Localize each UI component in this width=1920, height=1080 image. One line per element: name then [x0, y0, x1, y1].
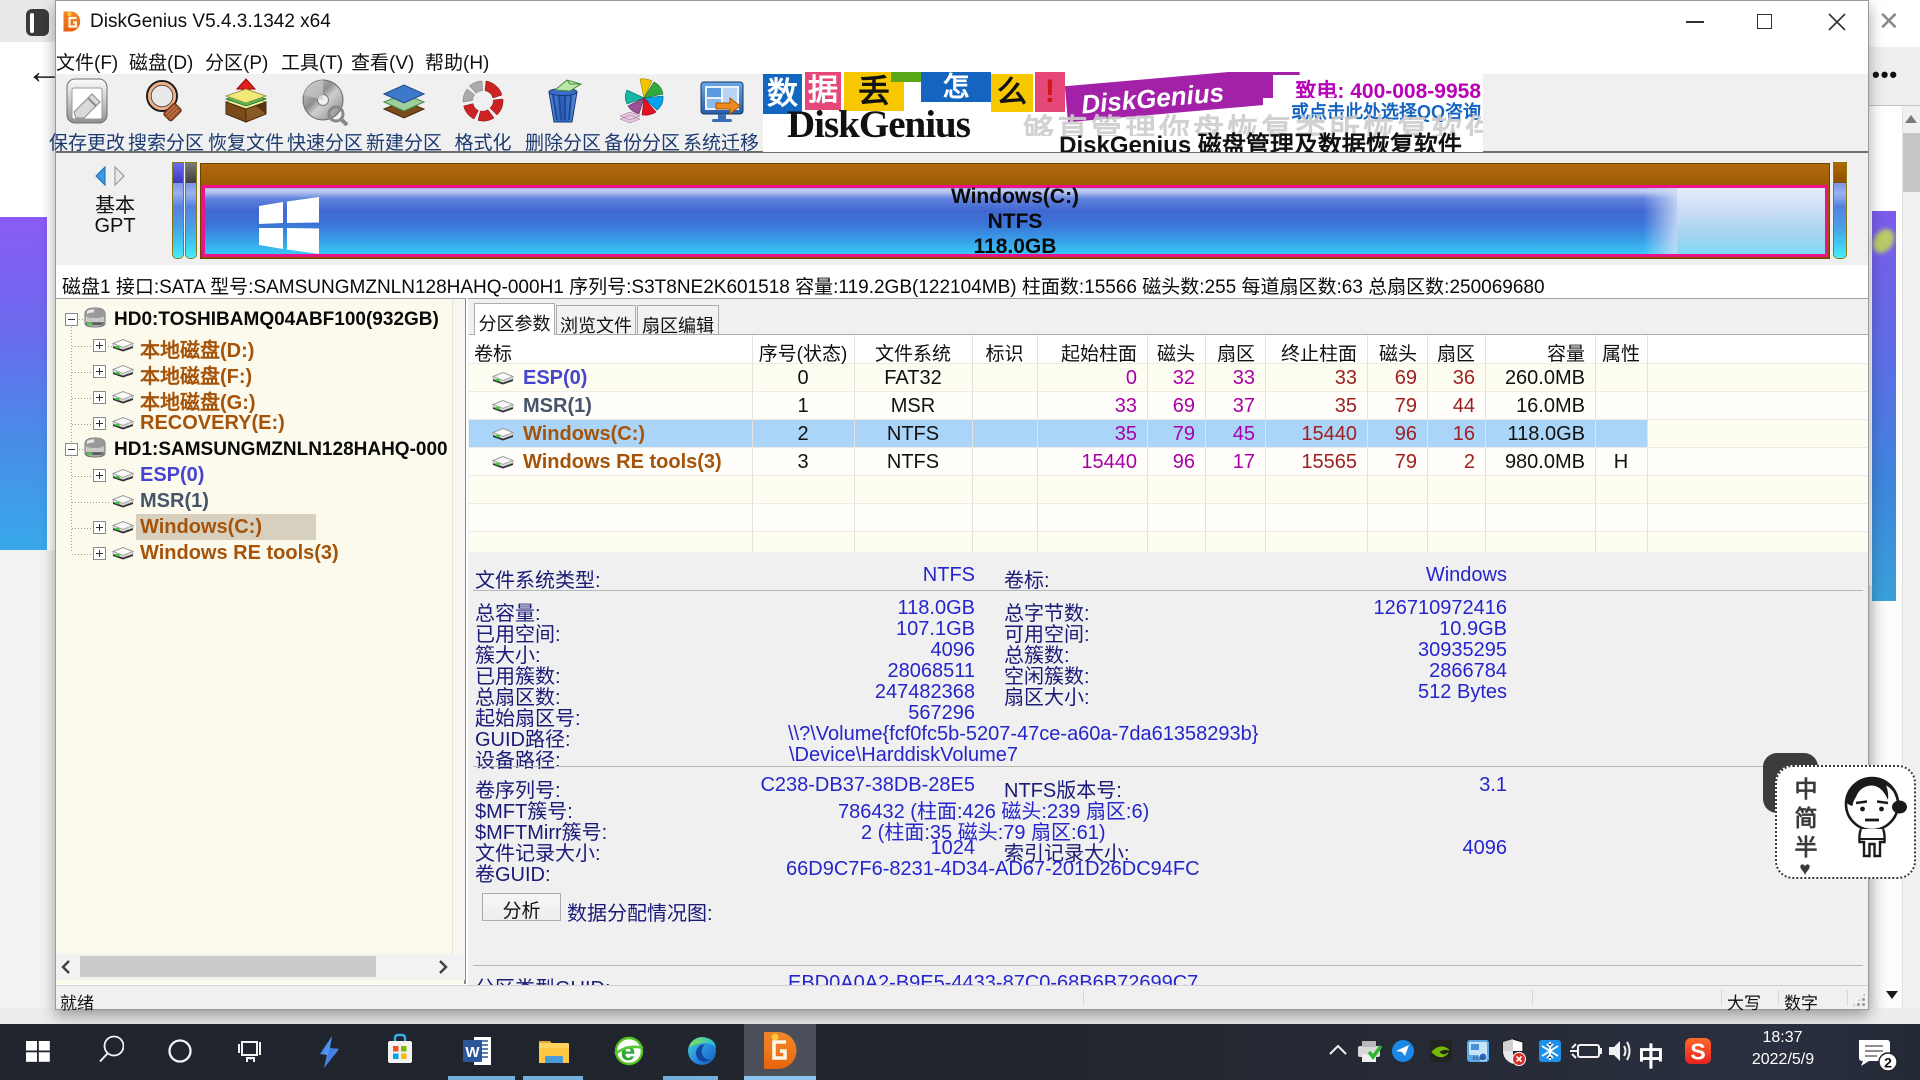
svg-text:e: e [621, 1036, 635, 1066]
svg-text:2: 2 [1884, 1055, 1892, 1071]
svg-text:W: W [465, 1044, 480, 1061]
svg-text:intel: intel [1472, 1056, 1483, 1062]
svg-text:S: S [1690, 1039, 1705, 1065]
